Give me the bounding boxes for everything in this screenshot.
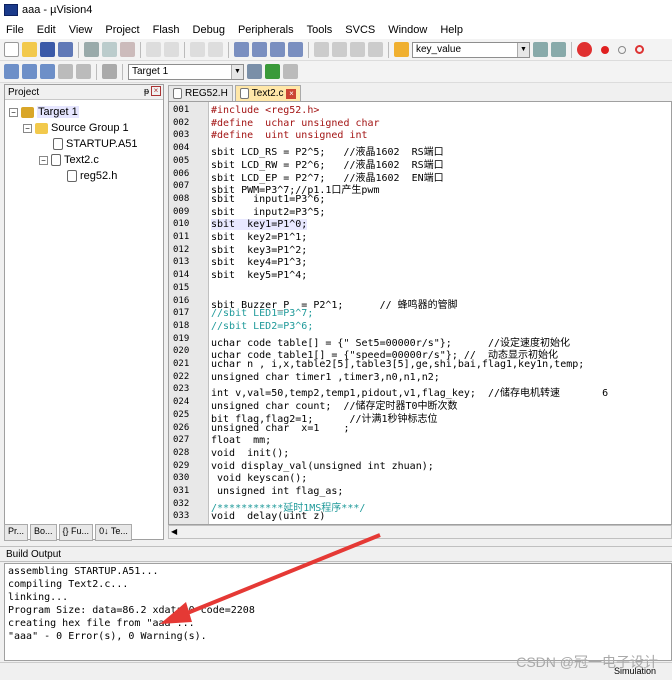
watermark: CSDN @冠一电子设计 [516, 654, 658, 670]
arrow-head [160, 602, 192, 624]
annotation-arrow [160, 533, 381, 624]
arrow-shaft [174, 533, 381, 620]
